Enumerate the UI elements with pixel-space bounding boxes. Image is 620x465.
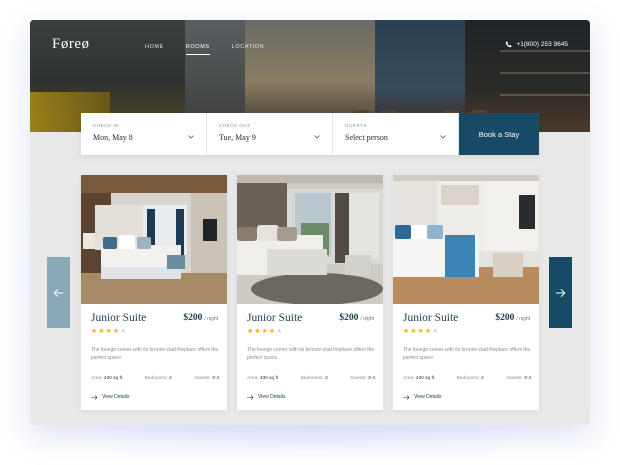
star-icon: ★ (105, 328, 112, 335)
view-details-link[interactable]: View Details (403, 394, 441, 400)
brand-logo[interactable]: Føreø (52, 36, 90, 53)
chevron-down-icon (440, 135, 446, 139)
arrow-right-icon (556, 288, 566, 297)
view-details-link[interactable]: View Details (247, 394, 285, 400)
room-meta: Area: 430 sq ft Bedrooms: 2 Guests: 3-4 (403, 376, 531, 381)
nav-item-rooms[interactable]: ROOMS (185, 44, 210, 55)
star-icon: ★ (403, 328, 410, 335)
room-description: The lounge corner with its bronze-clad f… (247, 347, 375, 361)
star-rating: ★ ★ ★ ★ ★ (403, 328, 438, 336)
check-in-field[interactable]: CHECK IN Mon, May 8 (81, 113, 207, 155)
arrow-left-icon (53, 288, 63, 297)
guests-value: Select person (345, 133, 388, 142)
star-icon: ★ (432, 328, 439, 335)
star-icon: ★ (91, 328, 98, 335)
check-in-value: Mon, May 8 (93, 133, 133, 142)
book-stay-button[interactable]: Book a Stay (459, 113, 539, 155)
room-bedrooms: Bedrooms: 2 (300, 376, 328, 381)
price-amount: $200 (495, 313, 515, 323)
room-card[interactable]: Junior Suite $200 / night ★ ★ ★ ★ ★ The loun… (81, 175, 227, 410)
star-icon: ★ (417, 328, 424, 335)
check-out-field[interactable]: CHECK OUT Tue, May 9 (207, 113, 333, 155)
price-amount: $200 (183, 313, 203, 323)
room-card[interactable]: Junior Suite $200 / night ★ ★ ★ ★ ★ The loun… (393, 175, 539, 410)
room-meta: Area: 430 sq ft Bedrooms: 2 Guests: 3-4 (91, 376, 219, 381)
star-rating: ★ ★ ★ ★ ★ (91, 328, 126, 336)
phone-icon (506, 41, 512, 48)
room-bedrooms: Bedrooms: 2 (456, 376, 484, 381)
room-photo (393, 175, 539, 304)
room-title[interactable]: Junior Suite (403, 312, 458, 324)
arrow-right-icon (403, 394, 410, 400)
hotel-page: Føreø HOME ROOMS LOCATION +1(800) 253 96… (30, 20, 590, 425)
guests-label: GUESTS (345, 123, 367, 128)
room-card[interactable]: Junior Suite $200 / night ★ ★ ★ ★ ★ The loun… (237, 175, 383, 410)
price-unit: / night (516, 316, 530, 322)
view-details-link[interactable]: View Details (91, 394, 129, 400)
chevron-down-icon (314, 135, 320, 139)
star-icon: ★ (268, 328, 276, 335)
star-icon: ★ (261, 328, 268, 335)
phone-number: +1(800) 253 9645 (516, 41, 568, 48)
room-area: Area: 430 sq ft (403, 376, 435, 381)
check-in-label: CHECK IN (93, 123, 119, 128)
guests-field[interactable]: GUESTS Select person (333, 113, 459, 155)
star-icon: ★ (120, 328, 127, 335)
star-icon: ★ (247, 328, 254, 335)
star-icon: ★ (254, 328, 261, 335)
arrow-right-icon (91, 394, 98, 400)
price-unit: / night (204, 316, 218, 322)
star-icon: ★ (276, 328, 283, 335)
room-guests: Guests: 3-4 (350, 376, 375, 381)
star-icon: ★ (112, 328, 120, 335)
booking-bar: CHECK IN Mon, May 8 CHECK OUT Tue, May 9… (81, 113, 539, 155)
room-price: $200 / night (183, 313, 218, 323)
room-guests: Guests: 3-4 (506, 376, 531, 381)
room-guests: Guests: 3-4 (194, 376, 219, 381)
star-rating: ★ ★ ★ ★ ★ (247, 328, 282, 336)
arrow-right-icon (247, 394, 254, 400)
star-icon: ★ (98, 328, 105, 335)
room-description: The lounge corner with its bronze-clad f… (403, 347, 531, 361)
nav-item-home[interactable]: HOME (145, 44, 164, 55)
check-out-value: Tue, May 9 (219, 133, 256, 142)
room-price: $200 / night (339, 313, 374, 323)
room-description: The lounge corner with its bronze-clad f… (91, 347, 219, 361)
room-area: Area: 430 sq ft (91, 376, 123, 381)
carousel-prev-button[interactable] (47, 257, 70, 328)
room-meta: Area: 430 sq ft Bedrooms: 2 Guests: 3-4 (247, 376, 375, 381)
carousel-next-button[interactable] (549, 257, 572, 328)
room-area: Area: 430 sq ft (247, 376, 279, 381)
chevron-down-icon (188, 135, 194, 139)
star-icon: ★ (424, 328, 432, 335)
main-nav: HOME ROOMS LOCATION (145, 44, 264, 55)
room-photo (81, 175, 227, 304)
room-bedrooms: Bedrooms: 2 (144, 376, 172, 381)
nav-item-location[interactable]: LOCATION (232, 44, 265, 55)
room-title[interactable]: Junior Suite (91, 312, 146, 324)
room-price: $200 / night (495, 313, 530, 323)
room-photo (237, 175, 383, 304)
star-icon: ★ (410, 328, 417, 335)
phone-contact[interactable]: +1(800) 253 9645 (505, 41, 568, 48)
room-title[interactable]: Junior Suite (247, 312, 302, 324)
check-out-label: CHECK OUT (219, 123, 251, 128)
price-amount: $200 (339, 313, 359, 323)
price-unit: / night (360, 316, 374, 322)
